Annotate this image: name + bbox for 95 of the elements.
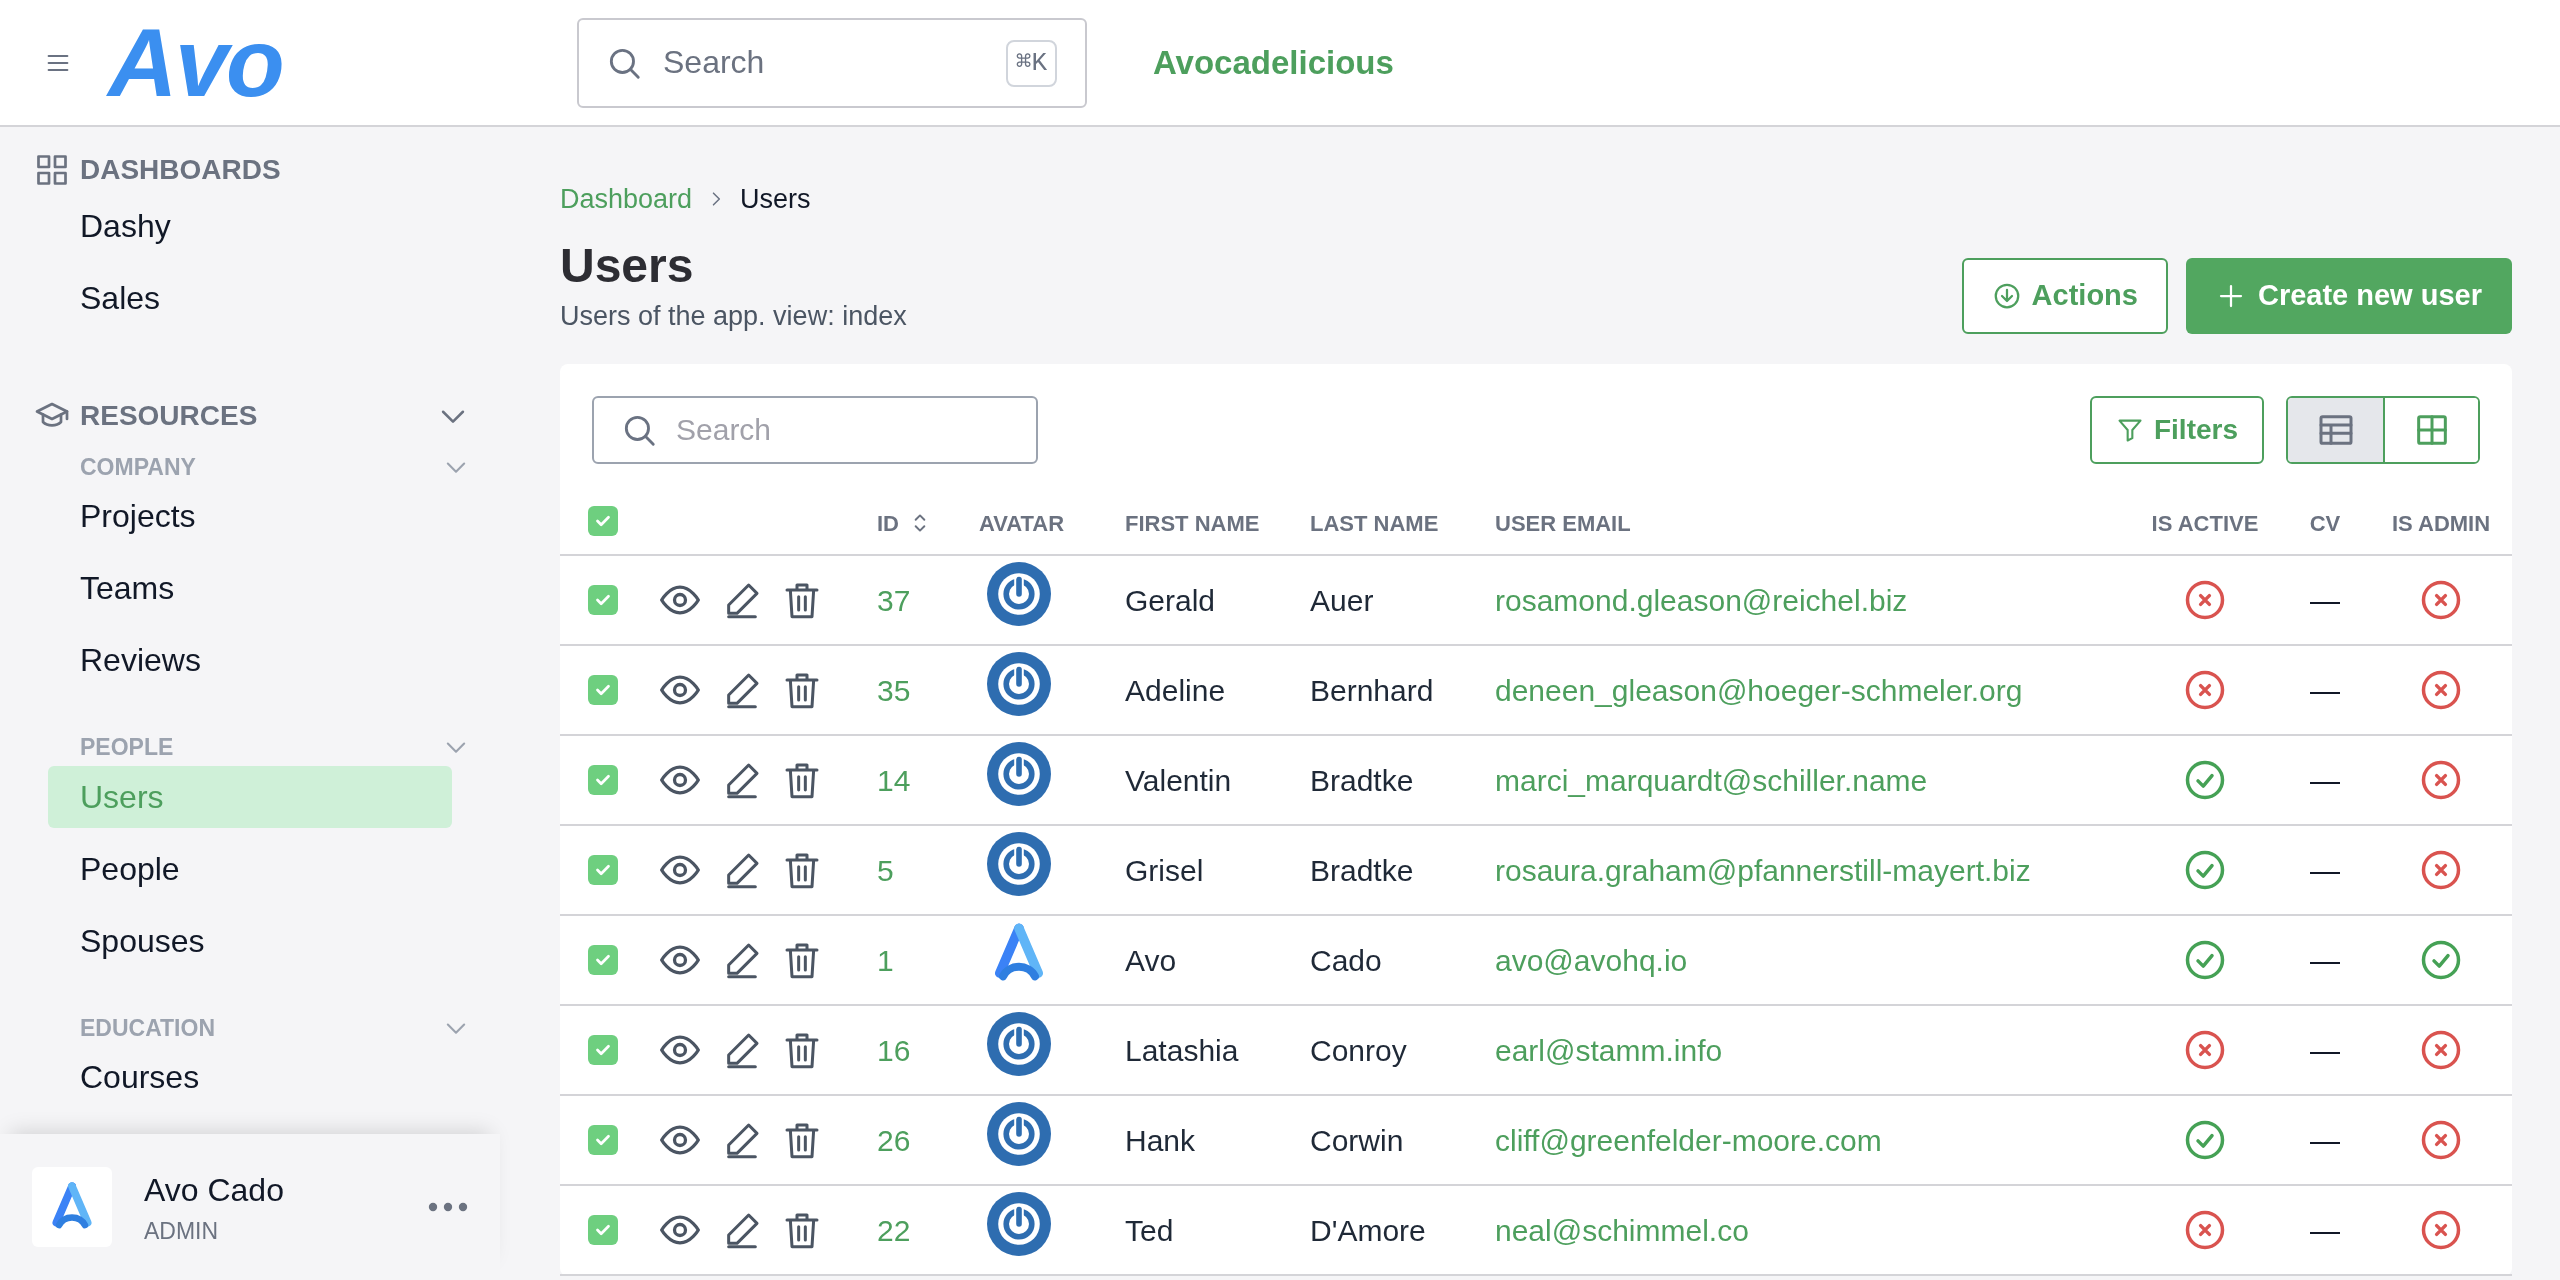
sidebar-item[interactable]: Spouses bbox=[48, 909, 452, 972]
more-icon[interactable] bbox=[428, 1202, 468, 1212]
filters-button[interactable]: Filters bbox=[2089, 396, 2264, 464]
table-cell: D'Amore bbox=[1310, 1213, 1426, 1247]
table-cell-text: — bbox=[2310, 1212, 2340, 1249]
id-link[interactable]: 16 bbox=[877, 1033, 911, 1067]
column-header: IS ADMIN bbox=[2391, 509, 2491, 538]
power-symbol-avatar bbox=[987, 742, 1051, 806]
sidebar-item[interactable]: Teams bbox=[48, 557, 452, 620]
table-cell-text: — bbox=[2310, 942, 2340, 979]
column-header: CV bbox=[2309, 509, 2341, 538]
id-link[interactable]: 37 bbox=[877, 583, 911, 617]
table-cell: Valentin bbox=[1125, 763, 1232, 797]
logo[interactable]: Avo bbox=[108, 14, 283, 111]
checkbox[interactable] bbox=[588, 505, 618, 536]
page-subtitle: Users of the app. view: index bbox=[560, 299, 907, 333]
id-link[interactable]: 35 bbox=[877, 673, 911, 707]
table-cell: Latashia bbox=[1125, 1033, 1239, 1067]
power-symbol-avatar bbox=[987, 1192, 1051, 1256]
checkbox[interactable] bbox=[588, 764, 618, 795]
email-link[interactable]: neal@schimmel.co bbox=[1495, 1213, 1749, 1247]
table-cell: Adeline bbox=[1125, 673, 1226, 707]
table-cell: Corwin bbox=[1310, 1123, 1404, 1157]
email-link[interactable]: marci_marquardt@schiller.name bbox=[1495, 763, 1928, 797]
table-cell: Conroy bbox=[1310, 1033, 1407, 1067]
checkbox[interactable] bbox=[588, 674, 618, 705]
table-cell: Avo bbox=[1125, 943, 1177, 977]
table-cell: Grisel bbox=[1125, 853, 1204, 887]
table-cell: Gerald bbox=[1125, 583, 1216, 617]
create-button[interactable]: Create new user bbox=[2185, 257, 2512, 334]
column-header: USER EMAIL bbox=[1495, 509, 1631, 538]
power-symbol-avatar bbox=[987, 1102, 1051, 1166]
table-cell: Cado bbox=[1310, 943, 1382, 977]
email-link[interactable]: rosamond.gleason@reichel.biz bbox=[1495, 583, 1908, 617]
checkbox[interactable] bbox=[588, 1034, 618, 1065]
breadcrumb-link[interactable]: Dashboard bbox=[560, 179, 693, 220]
id-link[interactable]: 14 bbox=[877, 763, 911, 797]
section-title: RESOURCES bbox=[80, 399, 259, 433]
table-view-button[interactable] bbox=[2288, 398, 2383, 462]
table-cell-text: — bbox=[2310, 672, 2340, 709]
power-symbol-avatar bbox=[987, 832, 1051, 896]
breadcrumb-link[interactable]: Users bbox=[740, 179, 811, 220]
column-header: IS ACTIVE bbox=[2151, 509, 2259, 538]
email-link[interactable]: cliff@greenfelder-moore.com bbox=[1495, 1123, 1882, 1157]
sidebar-item[interactable]: Projects bbox=[48, 485, 452, 548]
table-cell: Ted bbox=[1125, 1213, 1174, 1247]
table-cell-text: — bbox=[2310, 1032, 2340, 1069]
checkbox[interactable] bbox=[588, 584, 618, 615]
page-title: Users bbox=[560, 237, 695, 294]
table-cell-text: — bbox=[2310, 852, 2340, 889]
sidebar-item[interactable]: Courses bbox=[48, 1046, 452, 1108]
power-symbol-avatar bbox=[987, 562, 1051, 626]
section-title: DASHBOARDS bbox=[80, 153, 282, 187]
user-role: ADMIN bbox=[144, 1216, 220, 1246]
checkbox[interactable] bbox=[588, 944, 618, 975]
group-title: EDUCATION bbox=[80, 1013, 216, 1043]
sidebar-item[interactable]: Sales bbox=[48, 267, 452, 329]
table-cell: Bradtke bbox=[1310, 853, 1414, 887]
id-link[interactable]: 5 bbox=[877, 853, 894, 887]
id-link[interactable]: 22 bbox=[877, 1213, 911, 1247]
table-cell: Hank bbox=[1125, 1123, 1196, 1157]
table-cell: Bradtke bbox=[1310, 763, 1414, 797]
sidebar-item[interactable]: Reviews bbox=[48, 629, 452, 692]
sortable-column-header[interactable]: ID bbox=[877, 506, 933, 540]
power-symbol-avatar bbox=[987, 1012, 1051, 1076]
email-link[interactable]: avo@avohq.io bbox=[1495, 943, 1688, 977]
table-cell-text: — bbox=[2310, 1122, 2340, 1159]
column-header: AVATAR bbox=[979, 509, 1065, 538]
user-name: Avo Cado bbox=[144, 1170, 285, 1210]
actions-button[interactable]: Actions bbox=[1961, 257, 2168, 334]
email-link[interactable]: deneen_gleason@hoeger-schmeler.org bbox=[1495, 673, 2023, 707]
column-header: LAST NAME bbox=[1310, 509, 1439, 538]
checkbox[interactable] bbox=[588, 1124, 618, 1155]
group-title: PEOPLE bbox=[80, 733, 175, 763]
checkbox[interactable] bbox=[588, 1214, 618, 1245]
sidebar-item[interactable]: Dashy bbox=[48, 195, 452, 257]
table-cell: Bernhard bbox=[1310, 673, 1434, 707]
id-link[interactable]: 1 bbox=[877, 943, 894, 977]
table-search-field[interactable]: Search bbox=[592, 396, 1038, 464]
table-cell-text: — bbox=[2310, 762, 2340, 799]
table-cell-text: — bbox=[2310, 582, 2340, 619]
checkbox[interactable] bbox=[588, 854, 618, 885]
table-cell: Auer bbox=[1310, 583, 1374, 617]
email-link[interactable]: earl@stamm.info bbox=[1495, 1033, 1723, 1067]
shortcut-key: ⌘K bbox=[1005, 39, 1057, 87]
sidebar-item[interactable]: Users bbox=[48, 765, 452, 828]
group-title: COMPANY bbox=[80, 452, 197, 482]
grid-view-button[interactable] bbox=[2383, 398, 2478, 462]
dashboard-grid-icon bbox=[34, 152, 70, 188]
email-link[interactable]: rosaura.graham@pfannerstill-mayert.biz bbox=[1495, 853, 2031, 887]
sidebar-item[interactable]: People bbox=[48, 837, 452, 900]
power-symbol-avatar bbox=[987, 652, 1051, 716]
column-header: FIRST NAME bbox=[1125, 509, 1260, 538]
id-link[interactable]: 26 bbox=[877, 1123, 911, 1157]
app-name-link[interactable]: Avocadelicious bbox=[1153, 37, 1394, 88]
